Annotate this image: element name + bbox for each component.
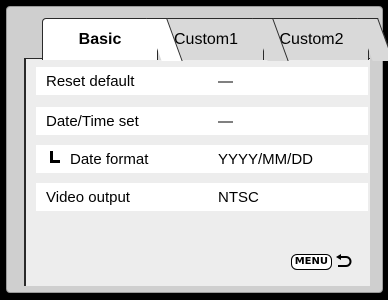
tab-basic-label: Basic	[78, 30, 122, 48]
setting-value: —	[218, 72, 233, 90]
tab-basic[interactable]: Basic	[42, 18, 158, 60]
setting-value: YYYY/MM/DD	[218, 150, 314, 168]
setting-row-date-time-set[interactable]: Date/Time set —	[36, 107, 368, 135]
menu-badge: MENU	[290, 254, 332, 270]
setting-label: Reset default	[46, 72, 135, 90]
setting-value: —	[218, 112, 233, 130]
setting-row-video-output[interactable]: Video output NTSC	[36, 183, 368, 211]
setting-label: Date format	[70, 150, 149, 168]
setting-row-date-format[interactable]: Date format YYYY/MM/DD	[36, 145, 368, 173]
menu-back-button[interactable]: MENU	[290, 254, 352, 270]
camera-menu-screen: Custom2 Custom1 Basic Reset default — Da…	[0, 0, 388, 300]
setting-value: NTSC	[218, 188, 259, 206]
tab-custom2-label: Custom2	[279, 30, 344, 48]
submenu-corner-icon	[50, 151, 60, 163]
setting-row-reset-default[interactable]: Reset default —	[36, 67, 368, 95]
setting-label: Date/Time set	[46, 112, 139, 130]
tab-custom1-label: Custom1	[173, 30, 239, 48]
settings-list: Reset default — Date/Time set — Date for…	[24, 58, 370, 286]
setting-label: Video output	[46, 188, 130, 206]
return-arrow-icon	[334, 254, 352, 270]
